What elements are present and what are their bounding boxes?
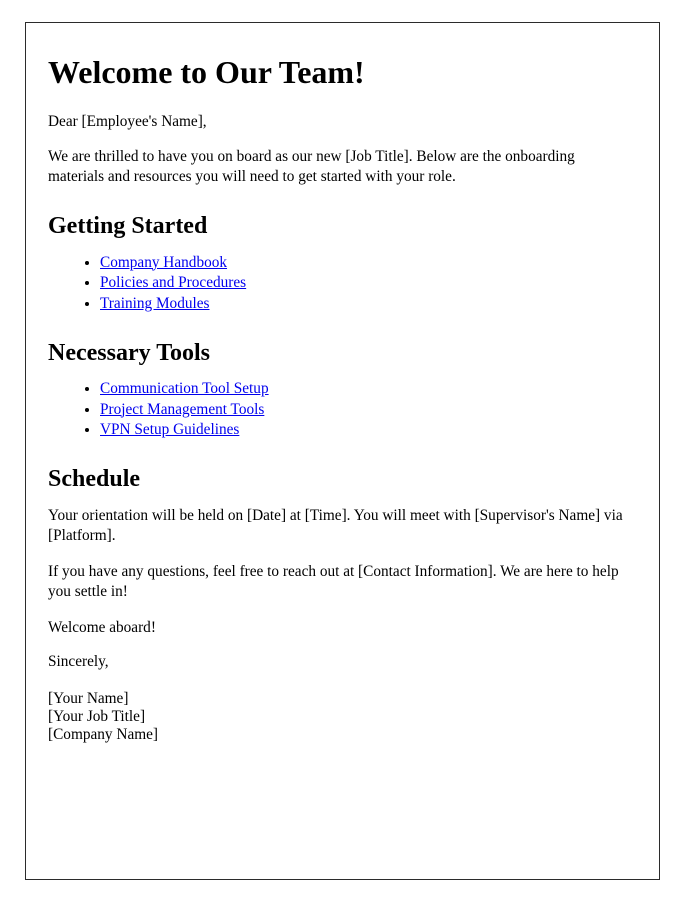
signature-job-title: [Your Job Title] <box>48 707 146 725</box>
link-training-modules[interactable]: Training Modules <box>100 295 210 312</box>
section-heading-schedule: Schedule <box>48 465 141 492</box>
page-title: Welcome to Our Team! <box>48 54 365 90</box>
document-page: Welcome to Our Team! Dear [Employee's Na… <box>25 22 660 880</box>
list-item: Company Handbook <box>100 254 625 273</box>
list-item: Communication Tool Setup <box>100 380 625 399</box>
list-item: Policies and Procedures <box>100 274 625 293</box>
list-item: Project Management Tools <box>100 401 625 420</box>
salutation-text: Dear [Employee's Name], <box>48 112 207 130</box>
link-vpn-setup-guidelines[interactable]: VPN Setup Guidelines <box>100 421 239 438</box>
link-project-management-tools[interactable]: Project Management Tools <box>100 401 264 418</box>
link-policies-and-procedures[interactable]: Policies and Procedures <box>100 274 246 291</box>
signature-name: [Your Name] <box>48 689 129 707</box>
welcome-aboard-line: Welcome aboard! <box>48 618 156 636</box>
signature-company: [Company Name] <box>48 726 159 744</box>
signature-block: [Your Name] [Your Job Title] [Company Na… <box>48 690 625 745</box>
link-company-handbook[interactable]: Company Handbook <box>100 254 227 271</box>
schedule-paragraph: Your orientation will be held on [Date] … <box>48 507 623 545</box>
questions-paragraph: If you have any questions, feel free to … <box>48 563 619 600</box>
section-heading-necessary-tools: Necessary Tools <box>48 339 210 366</box>
closing-line: Sincerely, <box>48 652 109 670</box>
section-heading-getting-started: Getting Started <box>48 213 208 240</box>
list-item: VPN Setup Guidelines <box>100 421 625 440</box>
intro-paragraph: We are thrilled to have you on board as … <box>48 148 575 186</box>
getting-started-link-list: Company Handbook Policies and Procedures… <box>48 254 625 314</box>
link-communication-tool-setup[interactable]: Communication Tool Setup <box>100 380 269 397</box>
necessary-tools-link-list: Communication Tool Setup Project Managem… <box>48 380 625 440</box>
document-content: Welcome to Our Team! Dear [Employee's Na… <box>26 23 659 745</box>
list-item: Training Modules <box>100 295 625 314</box>
